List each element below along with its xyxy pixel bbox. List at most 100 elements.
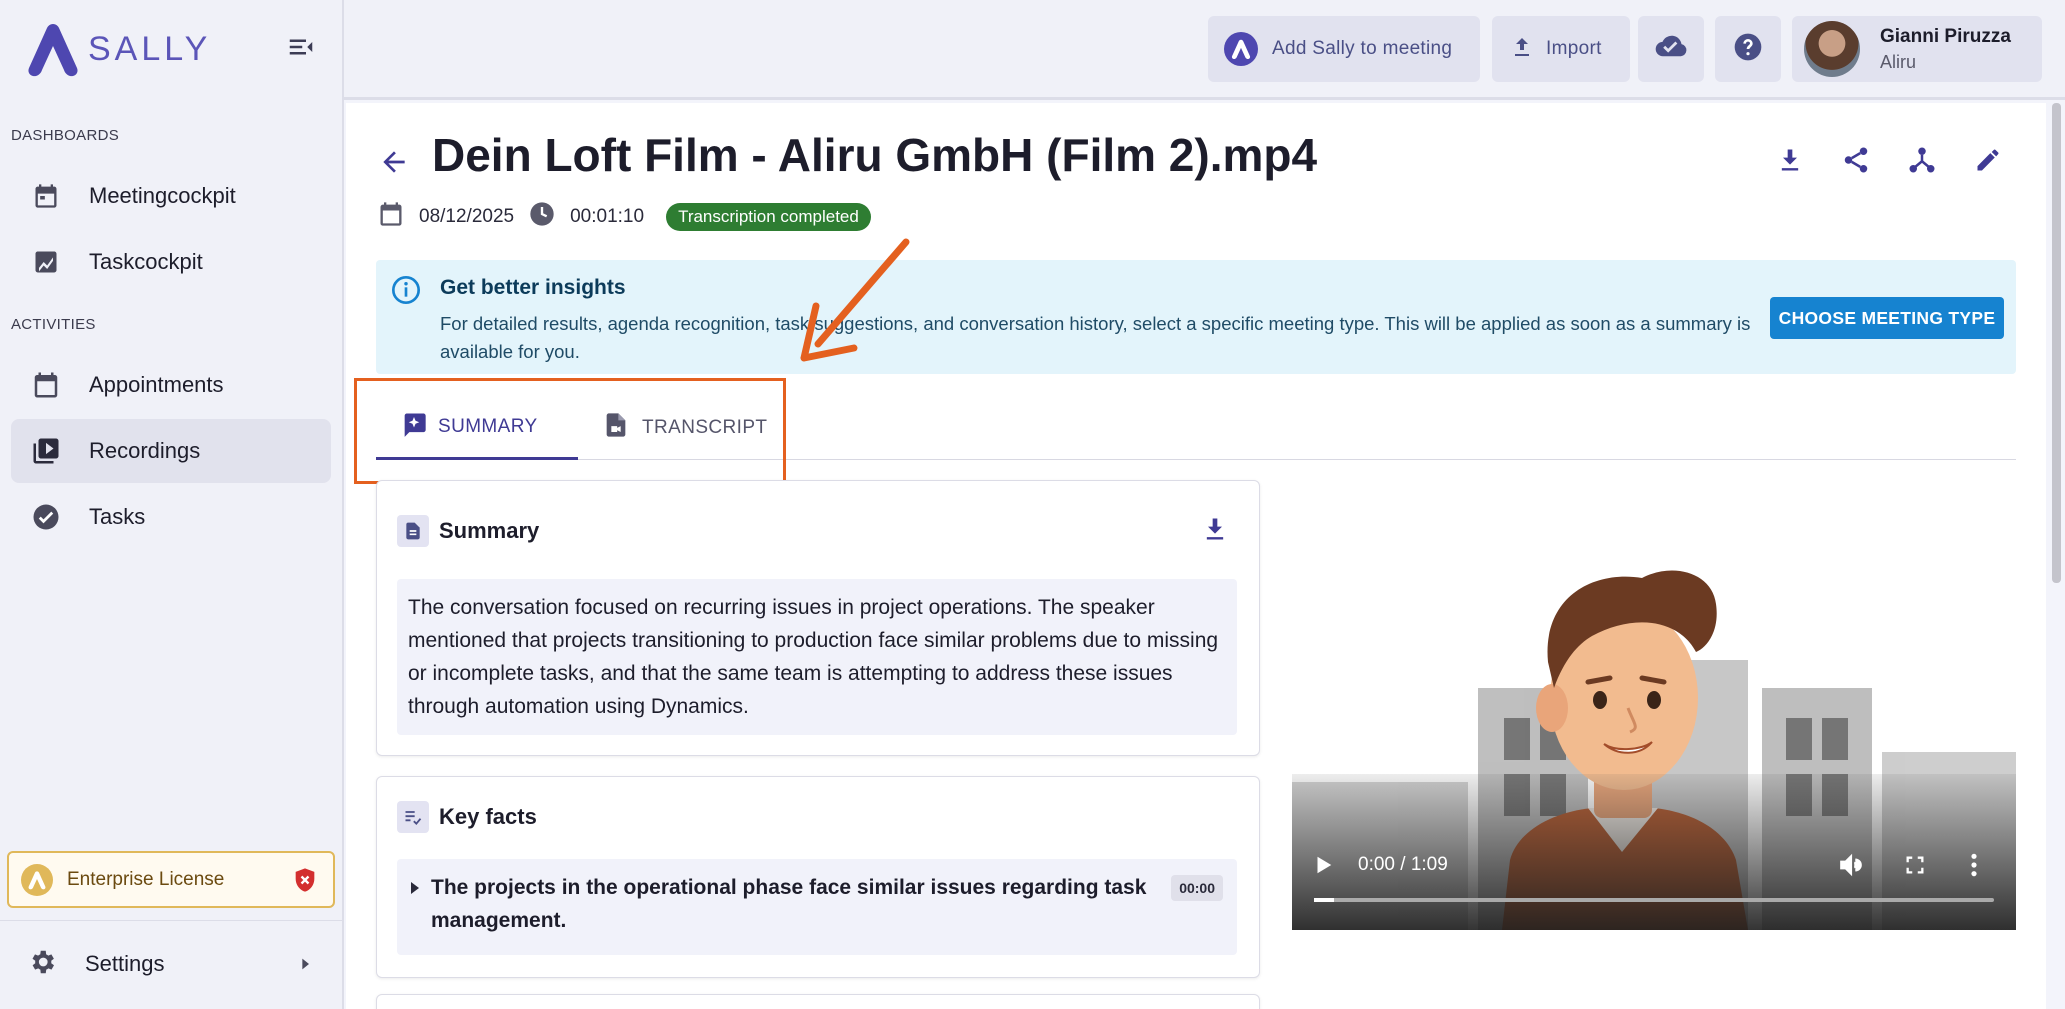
choose-meeting-type-button[interactable]: CHOOSE MEETING TYPE bbox=[1770, 297, 2004, 339]
tab-transcript-label: TRANSCRIPT bbox=[642, 417, 768, 438]
license-label: Enterprise License bbox=[67, 868, 225, 890]
tab-summary-label: SUMMARY bbox=[438, 415, 538, 437]
play-icon[interactable] bbox=[1312, 854, 1334, 881]
user-name: Gianni Piruzza bbox=[1880, 25, 2011, 47]
avatar bbox=[1804, 21, 1860, 77]
calendar-icon bbox=[377, 200, 405, 234]
video-progress-fill bbox=[1314, 898, 1335, 902]
key-facts-title: Key facts bbox=[439, 804, 537, 829]
user-org: Aliru bbox=[1880, 51, 1917, 72]
pencil-icon bbox=[1977, 149, 1999, 171]
video-progress-bar[interactable] bbox=[1314, 898, 1994, 902]
document-icon bbox=[397, 515, 429, 547]
key-fact-item[interactable]: The projects in the operational phase fa… bbox=[397, 859, 1237, 955]
collapse-sidebar-button[interactable] bbox=[286, 32, 322, 68]
add-sally-button[interactable]: Add Sally to meeting bbox=[1208, 16, 1480, 82]
upload-icon bbox=[1510, 35, 1534, 64]
gear-icon bbox=[27, 947, 57, 982]
sidebar-item-taskcockpit[interactable]: Taskcockpit bbox=[11, 230, 331, 294]
app-name: SALLY bbox=[88, 29, 212, 68]
summary-header: Summary bbox=[397, 515, 539, 547]
chevron-right-icon bbox=[297, 956, 313, 977]
sidebar-item-tasks[interactable]: Tasks bbox=[11, 485, 331, 549]
sidebar-item-settings[interactable]: Settings bbox=[11, 932, 331, 996]
sally-logo-icon bbox=[1224, 32, 1258, 66]
fullscreen-icon[interactable] bbox=[1904, 854, 1926, 881]
calendar-icon bbox=[31, 181, 61, 211]
settings-label: Settings bbox=[85, 951, 165, 976]
divider bbox=[0, 920, 344, 921]
share-icon bbox=[1844, 147, 1868, 173]
insight-title: Get better insights bbox=[440, 276, 626, 299]
summary-card: Summary The conversation focused on recu… bbox=[376, 480, 1260, 756]
sidebar-item-appointments[interactable]: Appointments bbox=[11, 353, 331, 417]
top-bar: Add Sally to meeting Import Gianni Piruz… bbox=[344, 0, 2065, 100]
sidebar-item-meetingcockpit[interactable]: Meetingcockpit bbox=[11, 164, 331, 228]
video-library-icon bbox=[31, 436, 61, 466]
volume-icon[interactable] bbox=[1838, 852, 1864, 883]
status-badge: Transcription completed bbox=[666, 203, 871, 231]
video-time: 0:00 / 1:09 bbox=[1358, 854, 1448, 875]
sally-logo-icon bbox=[21, 863, 53, 896]
video-controls: 0:00 / 1:09 bbox=[1292, 774, 2016, 930]
share-button[interactable] bbox=[1838, 142, 1874, 178]
insight-banner: Get better insights For detailed results… bbox=[376, 260, 2016, 374]
summary-text: The conversation focused on recurring is… bbox=[397, 579, 1237, 735]
download-icon bbox=[1781, 149, 1799, 171]
sally-logo[interactable]: SALLY bbox=[26, 20, 211, 78]
checklist-icon bbox=[397, 801, 429, 833]
user-menu[interactable]: Gianni Piruzza Aliru bbox=[1792, 16, 2042, 82]
info-icon bbox=[390, 274, 422, 311]
timestamp-badge[interactable]: 00:00 bbox=[1171, 875, 1223, 901]
recording-duration: 00:01:10 bbox=[570, 206, 645, 227]
sidebar-item-label: Meetingcockpit bbox=[89, 183, 236, 208]
sidebar-item-label: Appointments bbox=[89, 372, 224, 397]
help-icon bbox=[1732, 31, 1764, 68]
sidebar-item-recordings[interactable]: Recordings bbox=[11, 419, 331, 483]
document-video-icon bbox=[602, 411, 630, 445]
next-card bbox=[376, 994, 1260, 1009]
sidebar-item-label: Taskcockpit bbox=[89, 249, 203, 274]
calendar-icon bbox=[31, 370, 61, 400]
tab-bar: SUMMARY TRANSCRIPT bbox=[376, 396, 2016, 460]
key-facts-card: Key facts The projects in the operationa… bbox=[376, 776, 1260, 978]
tab-transcript[interactable]: TRANSCRIPT bbox=[602, 396, 782, 460]
edit-button[interactable] bbox=[1970, 142, 2006, 178]
sidebar-item-label: Tasks bbox=[89, 504, 146, 529]
chart-icon bbox=[31, 247, 61, 277]
import-button[interactable]: Import bbox=[1492, 16, 1630, 82]
shield-icon bbox=[291, 866, 319, 899]
insight-text: For detailed results, agenda recognition… bbox=[440, 313, 1751, 362]
summary-title: Summary bbox=[439, 518, 540, 543]
sidebar: SALLY DASHBOARDS Meetingcockpit Taskcock… bbox=[0, 0, 344, 1009]
sparkle-icon bbox=[400, 410, 428, 444]
clock-icon bbox=[528, 200, 556, 234]
import-label: Import bbox=[1546, 38, 1602, 59]
add-sally-label: Add Sally to meeting bbox=[1272, 38, 1453, 59]
hub-icon bbox=[1909, 147, 1935, 173]
sally-logo-icon bbox=[28, 24, 78, 77]
tab-summary[interactable]: SUMMARY bbox=[376, 396, 578, 460]
section-dashboards: DASHBOARDS bbox=[11, 127, 120, 144]
page-title: Dein Loft Film - Aliru GmbH (Film 2).mp4 bbox=[432, 129, 1318, 181]
check-circle-icon bbox=[31, 502, 61, 532]
key-facts-header: Key facts bbox=[397, 801, 537, 833]
cloud-sync-button[interactable] bbox=[1638, 16, 1704, 82]
download-icon[interactable] bbox=[1201, 515, 1229, 548]
back-button[interactable] bbox=[378, 146, 410, 183]
more-options-icon[interactable] bbox=[1968, 852, 1980, 883]
merge-button[interactable] bbox=[1904, 142, 1940, 178]
section-activities: ACTIVITIES bbox=[11, 316, 96, 333]
help-button[interactable] bbox=[1715, 16, 1781, 82]
menu-collapse-icon bbox=[289, 39, 313, 55]
sidebar-item-label: Recordings bbox=[89, 438, 201, 463]
scrollbar[interactable] bbox=[2052, 103, 2061, 583]
download-button[interactable] bbox=[1772, 142, 1808, 178]
cloud-check-icon bbox=[1654, 30, 1688, 69]
recording-date: 08/12/2025 bbox=[419, 206, 515, 227]
expand-arrow-icon bbox=[409, 881, 421, 900]
video-player[interactable]: 0:00 / 1:09 bbox=[1292, 512, 2016, 930]
arrow-back-icon bbox=[383, 151, 405, 173]
license-badge[interactable]: Enterprise License bbox=[7, 851, 335, 908]
key-fact-text: The projects in the operational phase fa… bbox=[431, 876, 1147, 932]
